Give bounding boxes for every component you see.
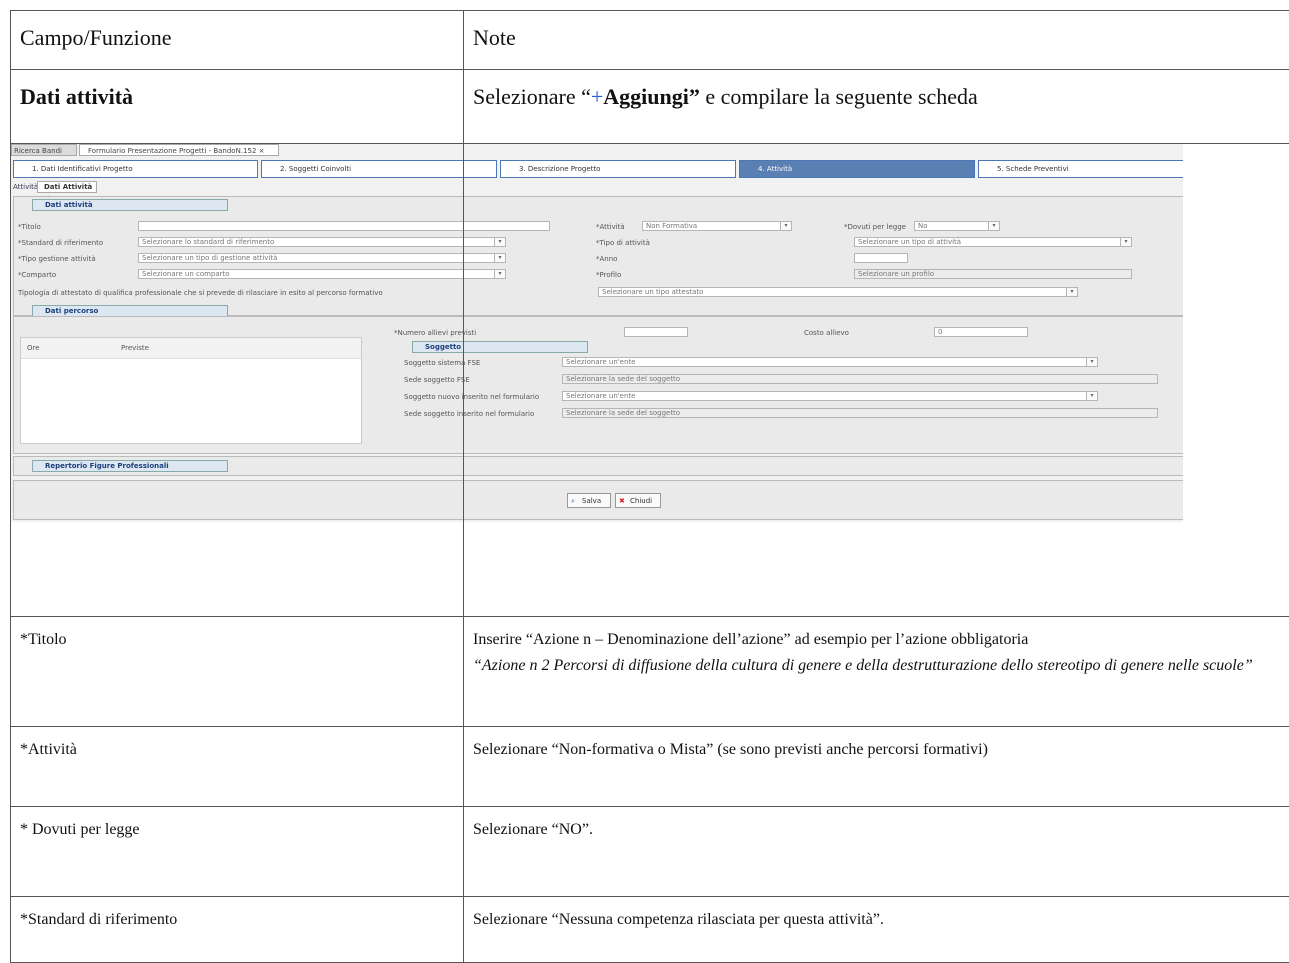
profilo-select[interactable]: Selezionare un profilo [854,269,1132,279]
label-soggetto-fse: Soggetto sistema FSE [404,359,480,367]
section-note-post: e compilare la seguente scheda [700,84,978,109]
soggetto-nuovo-select[interactable]: Selezionare un'ente▾ [562,391,1098,401]
label-standard: *Standard di riferimento [18,239,103,247]
soggetto-fse-select[interactable]: Selezionare un'ente▾ [562,357,1098,367]
tipo-attivita-select[interactable]: Selezionare un tipo di attività▾ [854,237,1132,247]
label-anno: *Anno [596,255,617,263]
sede-nuovo-select[interactable]: Selezionare la sede del soggetto [562,408,1158,418]
section-name-cell: Dati attività [11,70,464,144]
dropdown-arrow-icon: ▾ [494,253,505,263]
label-dovuti: *Dovuti per legge [844,223,906,231]
label-tipo-attivita: *Tipo di attività [596,239,650,247]
soggetto-title: Soggetto [412,341,588,353]
label-soggetto-nuovo: Soggetto nuovo inserito nel formulario [404,393,539,401]
row-dovuti: * Dovuti per legge Selezionare “NO”. [11,807,1289,897]
section-note-pre: Selezionare “ [473,84,591,109]
section-name: Dati attività [20,84,133,109]
field-titolo: *Titolo [11,617,463,653]
dropdown-arrow-icon: ▾ [988,221,999,231]
costo-allievo-input[interactable]: 0 [934,327,1028,337]
note-standard: Selezionare “Nessuna competenza rilascia… [464,897,1289,933]
label-profilo: *Profilo [596,271,621,279]
wizard-step-2[interactable]: 2. Soggetti Coinvolti [261,160,497,178]
header-note-text: Note [464,11,1289,69]
wizard-step-4[interactable]: 4. Attività [739,160,975,178]
label-costo-allievo: Costo allievo [804,329,849,337]
field-attivita: *Attività [11,727,463,763]
panel-repertorio: Repertorio Figure Professionali [13,456,1183,476]
column-divider [463,144,464,616]
field-dovuti: * Dovuti per legge [11,807,463,843]
dropdown-arrow-icon: ▾ [1086,357,1097,367]
embedded-screenshot: Ricerca Bandi Formulario Presentazione P… [11,144,1183,522]
section-note-bold: Aggiungi” [603,84,700,109]
attestato-select[interactable]: Selezionare un tipo attestato▾ [598,287,1078,297]
tipo-gestione-select[interactable]: Selezionare un tipo di gestione attività… [138,253,506,263]
salva-button[interactable]: ⌕Salva [567,493,611,508]
wizard-step-3[interactable]: 3. Descrizione Progetto [500,160,736,178]
panel-dati-attivita: Dati attività *Titolo *Attività Non Form… [13,196,1183,316]
chiudi-button[interactable]: ✖Chiudi [615,493,661,508]
tab-formulario[interactable]: Formulario Presentazione Progetti - Band… [79,144,279,156]
dropdown-arrow-icon: ▾ [1066,287,1077,297]
section-note: Selezionare “+Aggiungi” e compilare la s… [464,70,1289,143]
subtab-dati-attivita[interactable]: Dati Attività × [37,181,97,193]
label-sede-fse: Sede soggetto FSE [404,376,470,384]
screenshot-cell: Ricerca Bandi Formulario Presentazione P… [11,144,1289,617]
dropdown-arrow-icon: ▾ [1086,391,1097,401]
titolo-input[interactable] [138,221,550,231]
wizard-steps: 1. Dati Identificativi Progetto 2. Sogge… [13,160,1183,178]
label-attivita: *Attività [596,223,625,231]
header-row: Campo/Funzione Note [11,11,1289,70]
section-note-cell: Selezionare “+Aggiungi” e compilare la s… [464,70,1289,144]
panel-title-dati-attivita: Dati attività [32,199,228,211]
numero-allievi-input[interactable] [624,327,688,337]
dropdown-arrow-icon: ▾ [780,221,791,231]
row-standard: *Standard di riferimento Selezionare “Ne… [11,897,1289,963]
note-titolo: Inserire “Azione n – Denominazione dell’… [464,617,1289,678]
label-comparto: *Comparto [18,271,56,279]
field-standard: *Standard di riferimento [11,897,463,933]
label-attestato: Tipologia di attestato di qualifica prof… [18,289,383,297]
header-cell-campo: Campo/Funzione [11,11,464,70]
dovuti-select[interactable]: No▾ [914,221,1000,231]
note-dovuti: Selezionare “NO”. [464,807,1289,843]
dropdown-arrow-icon: ▾ [1120,237,1131,247]
screenshot-row: Ricerca Bandi Formulario Presentazione P… [11,144,1289,617]
document: Campo/Funzione Note Dati attività Selezi… [10,10,1289,963]
panel-title-repertorio: Repertorio Figure Professionali [32,460,228,472]
wizard-step-1[interactable]: 1. Dati Identificativi Progetto [13,160,258,178]
plus-icon: + [591,84,603,109]
row-titolo: *Titolo Inserire “Azione n – Denominazio… [11,617,1289,727]
dropdown-arrow-icon: ▾ [494,237,505,247]
section-row: Dati attività Selezionare “+Aggiungi” e … [11,70,1289,144]
label-titolo: *Titolo [18,223,41,231]
dropdown-arrow-icon: ▾ [494,269,505,279]
instructions-table: Campo/Funzione Note Dati attività Selezi… [10,10,1289,963]
label-tipo-gestione: *Tipo gestione attività [18,255,96,263]
ore-list[interactable]: Ore Previste [20,337,362,444]
sede-fse-select[interactable]: Selezionare la sede del soggetto [562,374,1158,384]
search-icon: ⌕ [571,494,575,508]
tab-ricerca-bandi[interactable]: Ricerca Bandi [11,144,77,156]
panel-dati-percorso: Ore Previste *Numero allievi previsti Co… [13,316,1183,454]
header-campo-text: Campo/Funzione [11,11,463,69]
comparto-select[interactable]: Selezionare un comparto▾ [138,269,506,279]
note-attivita: Selezionare “Non-formativa o Mista” (se … [464,727,1289,763]
row-attivita: *Attività Selezionare “Non-formativa o M… [11,727,1289,807]
subtab-attivita[interactable]: Attività [13,181,35,193]
attivita-select[interactable]: Non Formativa▾ [642,221,792,231]
anno-input[interactable] [854,253,908,263]
label-sede-nuovo: Sede soggetto inserito nel formulario [404,410,534,418]
header-cell-note: Note [464,11,1289,70]
col-previste: Previste [121,344,149,352]
wizard-step-5[interactable]: 5. Schede Preventivi [978,160,1183,178]
col-ore: Ore [27,344,40,352]
standard-select[interactable]: Selezionare lo standard di riferimento▾ [138,237,506,247]
close-icon: ✖ [619,494,625,508]
